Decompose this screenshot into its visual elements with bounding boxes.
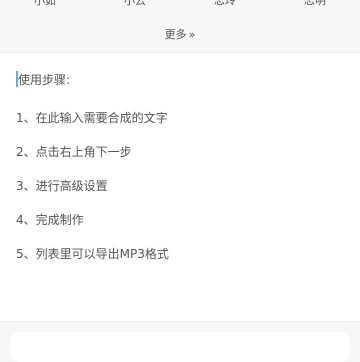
double-chevron-right-icon: »: [188, 27, 196, 41]
voice-option-1[interactable]: 小茹: [34, 0, 56, 6]
instruction-step: 1、在此输入需要合成的文字: [16, 111, 168, 125]
voice-option-4[interactable]: 志明: [304, 0, 326, 6]
instructions-list: 1、在此输入需要合成的文字 2、点击右上角下一步 3、进行高级设置 4、完成制作…: [16, 111, 169, 281]
more-voices-button[interactable]: 更多 »: [0, 24, 360, 44]
instruction-step: 4、完成制作: [16, 213, 84, 227]
bottom-panel: [0, 322, 360, 362]
voice-option-2[interactable]: 小云: [124, 0, 146, 6]
instruction-step: 3、进行高级设置: [16, 179, 108, 193]
instruction-step: 5、列表里可以导出MP3格式: [16, 247, 169, 261]
more-label: 更多: [164, 28, 187, 41]
voice-selector-bar: 小茹 小云 志玲 志明: [0, 0, 360, 14]
instructions-heading: 使用步骤:: [18, 73, 71, 87]
instruction-step: 2、点击右上角下一步: [16, 145, 132, 159]
text-input-area[interactable]: 使用步骤: 1、在此输入需要合成的文字 2、点击右上角下一步 3、进行高级设置 …: [0, 52, 360, 322]
bottom-card: [10, 332, 350, 362]
voice-option-3[interactable]: 志玲: [214, 0, 236, 6]
